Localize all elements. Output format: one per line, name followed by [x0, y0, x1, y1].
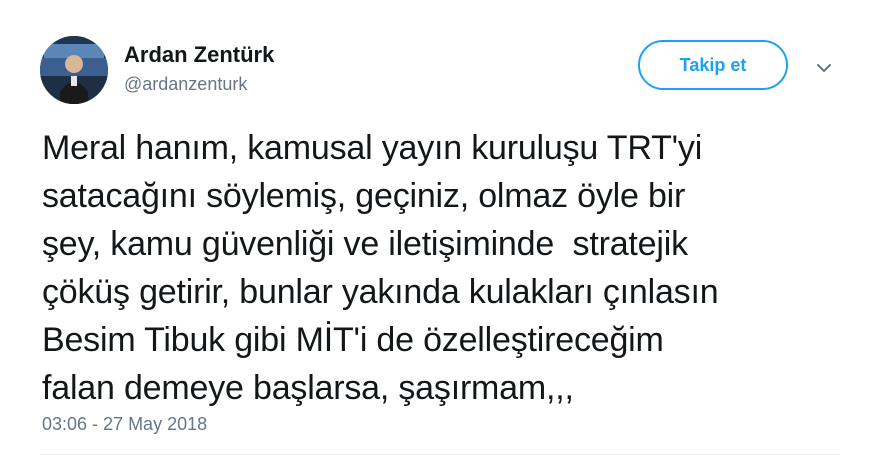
tweet-text-line: Besim Tibuk gibi MİT'i de özelleştireceğ…	[42, 321, 664, 359]
divider	[40, 454, 840, 455]
tweet-text-line: satacağını söylemiş, geçiniz, olmaz öyle…	[42, 177, 686, 215]
tweet-text-line: Meral hanım, kamusal yayın kuruluşu TRT'…	[42, 129, 703, 167]
tweet-text: Meral hanım, kamusal yayın kuruluşu TRT'…	[42, 124, 852, 412]
tweet-text-line: falan demeye başlarsa, şaşırmam,,,	[42, 369, 574, 407]
tweet-timestamp[interactable]: 03:06 - 27 May 2018	[42, 414, 207, 435]
chevron-down-icon[interactable]	[812, 58, 836, 78]
tweet-text-line: çöküş getirir, bunlar yakında kulakları …	[42, 273, 719, 311]
tweet-text-line: şey, kamu güvenliği ve iletişiminde stra…	[42, 225, 688, 263]
author-handle[interactable]: @ardanzenturk	[124, 74, 247, 95]
avatar-image	[40, 36, 108, 104]
tweet-card: Ardan Zentürk @ardanzenturk Takip et Mer…	[0, 0, 880, 458]
author-avatar[interactable]	[40, 36, 108, 104]
follow-button[interactable]: Takip et	[638, 40, 788, 90]
author-name[interactable]: Ardan Zentürk	[124, 42, 274, 68]
